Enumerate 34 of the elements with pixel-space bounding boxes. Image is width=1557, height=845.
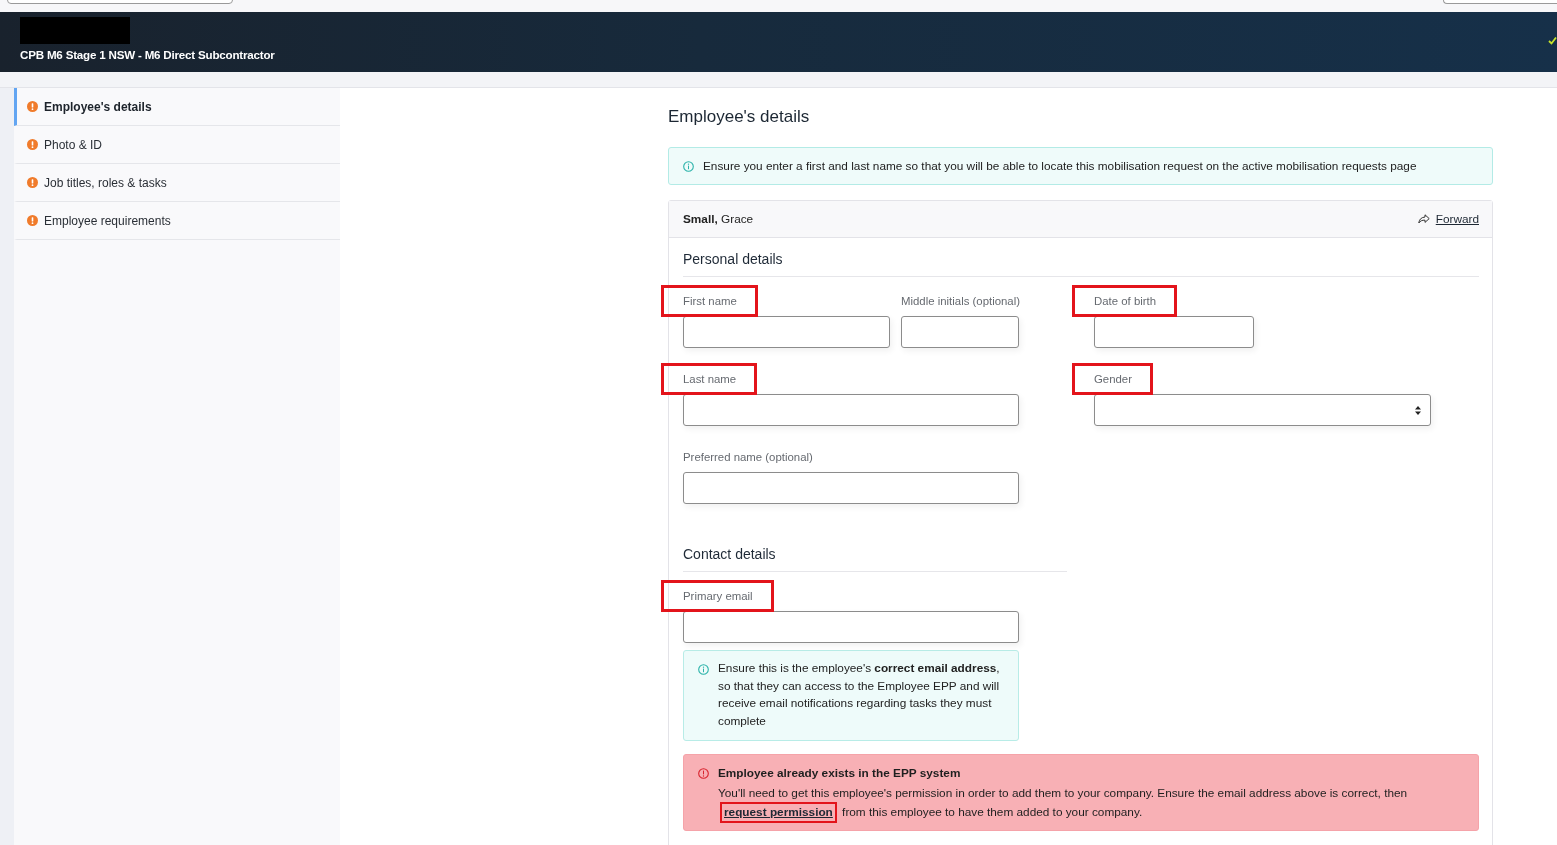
text-input[interactable] <box>683 611 1019 643</box>
select-field[interactable] <box>1094 394 1431 426</box>
text-input[interactable] <box>683 316 890 348</box>
text-input[interactable] <box>901 316 1019 348</box>
field-label: Date of birth <box>1094 295 1157 307</box>
date-input[interactable] <box>1094 316 1254 348</box>
info-message: Ensure this is the employee's correct email address, so that they can access to the Employee EPP and will receive email notifications regarding tasks they must complete <box>718 660 1000 730</box>
error-icon <box>698 768 709 780</box>
text-input[interactable] <box>683 472 1019 504</box>
notice-text: Ensure you enter a first and last name so that you will be able to locate this mobilisation request on the active mobilisation requests page <box>703 159 1417 173</box>
text-input[interactable] <box>683 394 1019 426</box>
sidebar-item[interactable]: Employee requirements <box>14 202 340 240</box>
page-title: Employee's details <box>668 107 811 127</box>
employee-name: Small, Grace <box>683 212 754 226</box>
sidebar-item[interactable]: Job titles, roles & tasks <box>14 164 340 202</box>
section-heading: Contact details <box>683 545 1067 572</box>
info-icon <box>683 160 694 172</box>
field-label: First name <box>683 295 737 307</box>
select-arrows-icon <box>1415 405 1421 415</box>
field-label: Last name <box>683 373 737 385</box>
error-title: Employee already exists in the EPP system <box>718 765 962 783</box>
forward-link[interactable]: Forward <box>1435 212 1479 226</box>
error-message: You'll need to get this employee's permission in order to add them to your company. Ensure the email address above is correct, then request permission from this employee to have them added to your company. <box>718 784 1464 823</box>
request-permission-link[interactable]: request permission <box>724 805 833 820</box>
project-subtitle: CPB M6 Stage 1 NSW - M6 Direct Subcontractor <box>20 48 275 62</box>
field-label: Preferred name (optional) <box>683 451 813 463</box>
section-heading: Personal details <box>683 250 1479 277</box>
check-icon <box>1548 35 1557 45</box>
sidebar-item[interactable]: Photo & ID <box>14 126 340 164</box>
field-label: Gender <box>1094 373 1132 385</box>
info-icon <box>698 664 709 675</box>
field-label: Primary email <box>683 590 753 602</box>
field-label: Middle initials (optional) <box>901 295 1021 307</box>
share-arrow-icon <box>1417 214 1430 224</box>
